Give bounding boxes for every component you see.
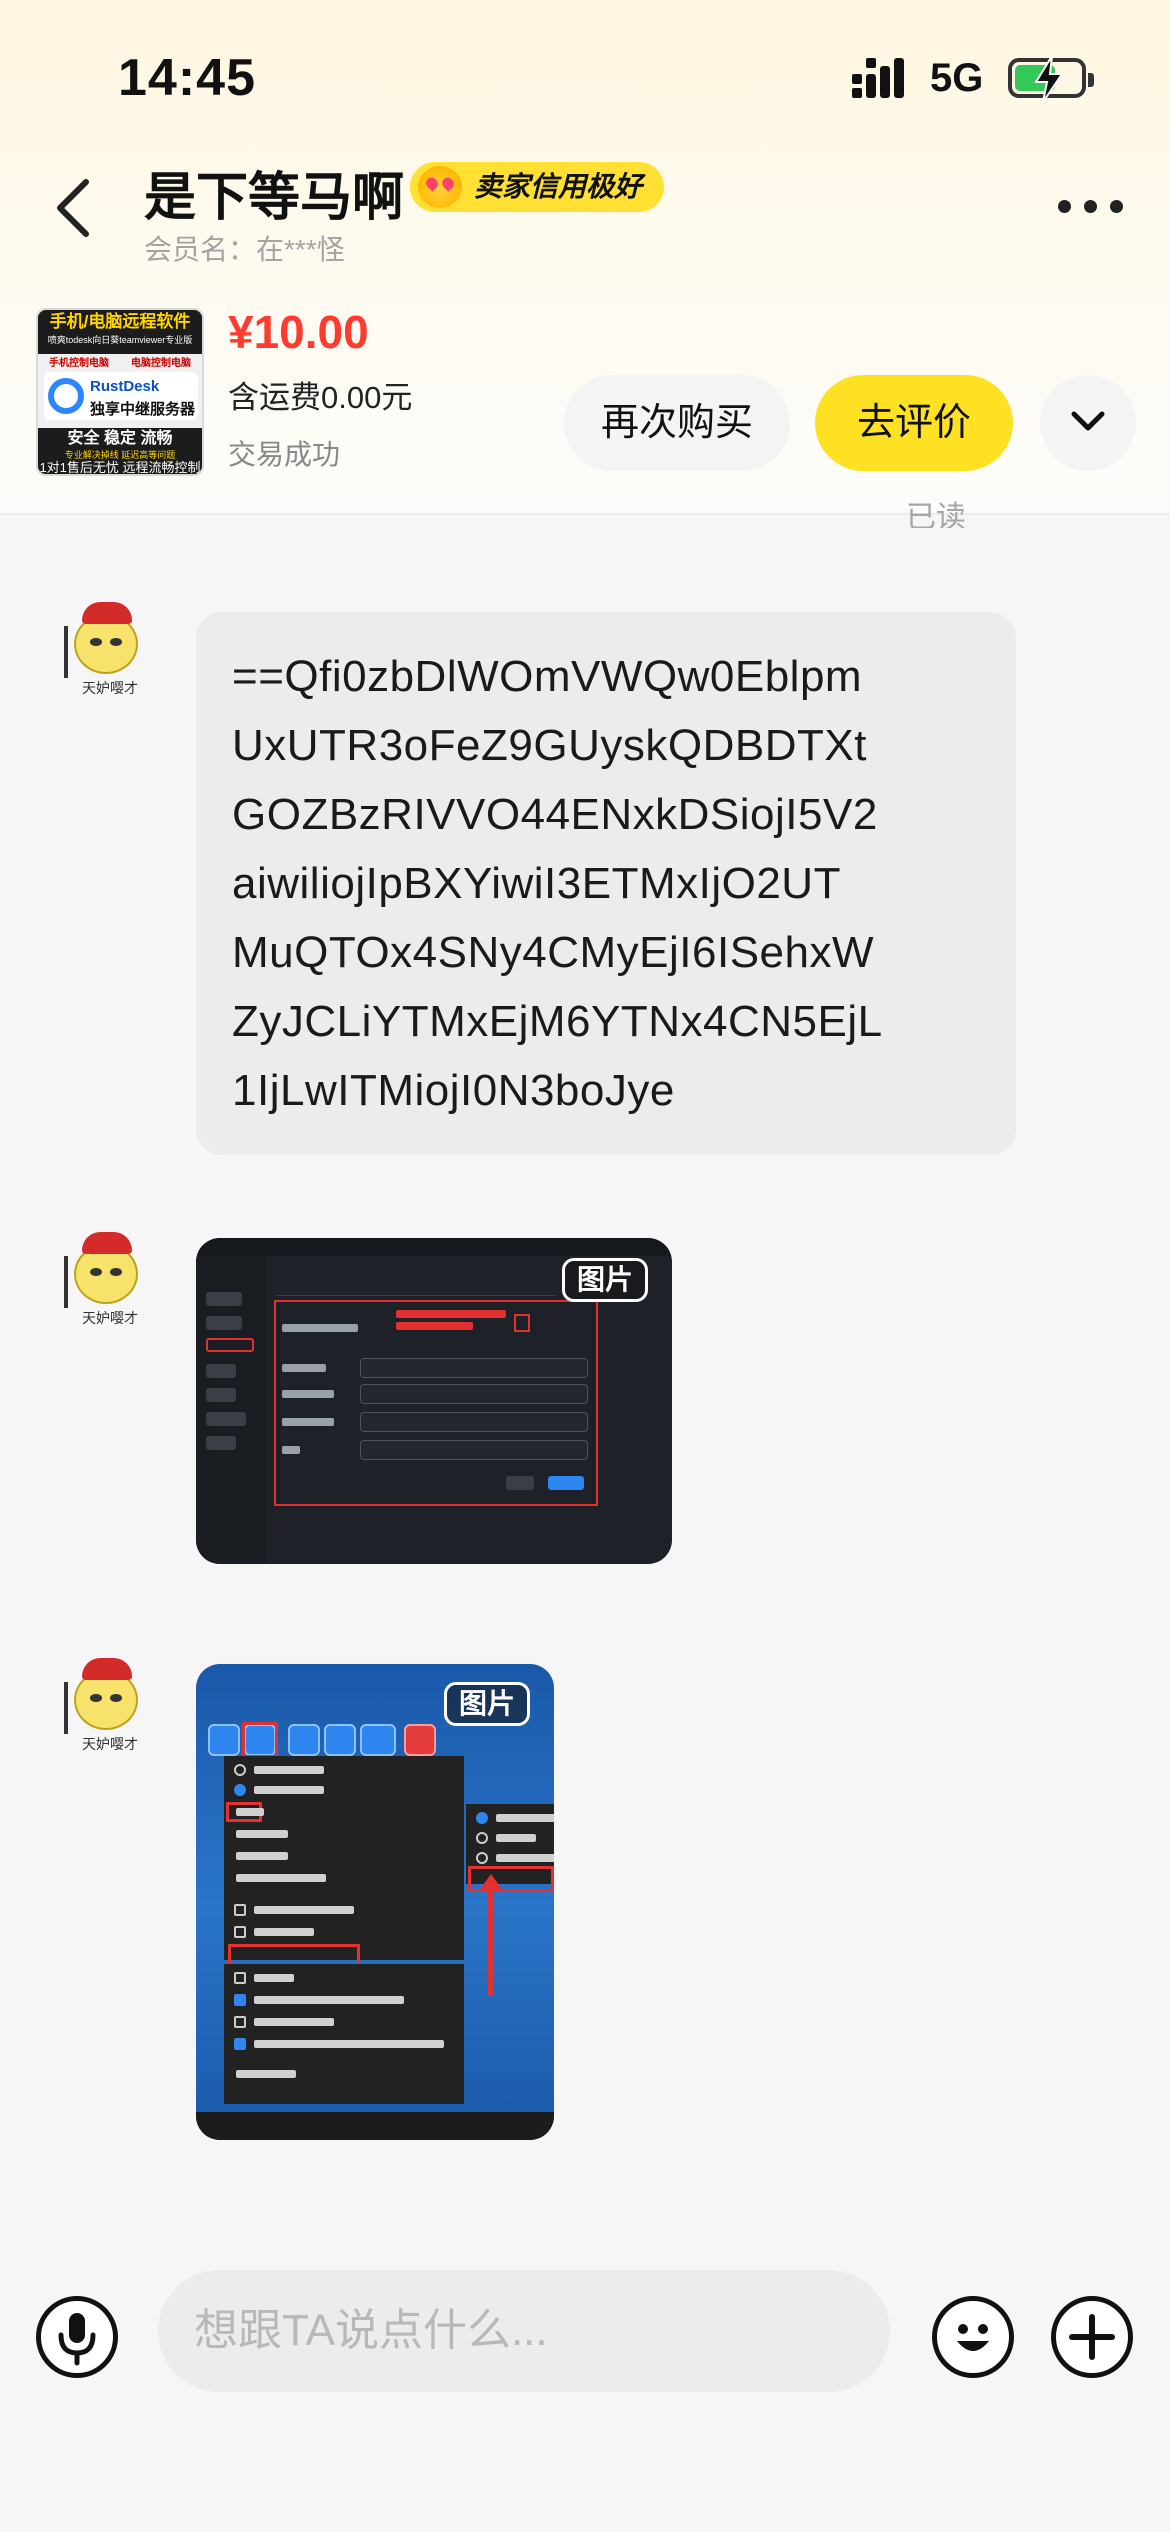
charging-bolt-icon <box>1034 56 1064 102</box>
message-image-settings[interactable]: 图片 <box>196 1238 672 1564</box>
review-button[interactable]: 去评价 <box>815 375 1013 471</box>
expand-button[interactable] <box>1040 375 1136 471</box>
rebuy-button[interactable]: 再次购买 <box>564 375 790 471</box>
member-name: 会员名：在***怪 <box>144 234 345 265</box>
seller-name[interactable]: 是下等马啊 <box>144 155 404 230</box>
thumb-subline: 手机控制电脑 电脑控制电脑 <box>49 358 191 369</box>
shipping-fee: 含运费0.00元 <box>228 380 413 415</box>
chat-input[interactable] <box>158 2270 890 2392</box>
avatar[interactable]: 天妒嘤才 <box>62 1232 154 1334</box>
rustdesk-logo-icon <box>48 378 84 414</box>
credit-badge: 卖家信用极好 <box>410 162 665 212</box>
plus-icon <box>1069 2314 1115 2360</box>
message-image-remote[interactable]: 图片 <box>196 1664 554 2140</box>
message-line: aiwiliojIpBXYiwiI3ETMxIjO2UT <box>232 859 841 908</box>
read-receipt: 已读 <box>906 501 966 528</box>
avatar[interactable]: 天妒嘤才 <box>62 602 154 704</box>
emoji-icon <box>957 2324 989 2351</box>
trade-status: 交易成功 <box>228 439 341 470</box>
plus-button[interactable] <box>1051 2296 1133 2378</box>
thumb-brand: RustDesk 独享中继服务器 <box>44 372 198 420</box>
message-line: GOZBzRIVVO44ENxkDSiojI5V2 <box>232 790 878 839</box>
thumb-footer: 安全 稳定 流畅 专业解决掉线 延迟高等问题 1对1售后无忧 远程流畅控制 <box>38 428 202 474</box>
message-line: 1IjLwITMiojI0N3boJye <box>232 1066 675 1115</box>
message-bubble-text[interactable]: ==Qfi0zbDlWOmVWQw0Eblpm UxUTR3oFeZ9GUysk… <box>196 612 1016 1155</box>
emoji-button[interactable] <box>932 2296 1014 2378</box>
chevron-down-icon <box>1071 411 1105 431</box>
microphone-icon <box>58 2313 96 2366</box>
more-dots-icon[interactable] <box>1058 200 1124 214</box>
status-time: 14:45 <box>118 49 256 107</box>
avatar[interactable]: 天妒嘤才 <box>62 1658 154 1760</box>
image-badge: 图片 <box>562 1258 649 1302</box>
signal-icon <box>852 58 916 98</box>
product-thumbnail[interactable]: 手机/电脑远程软件 喷爽todesk向日葵teamviewer专业版 手机控制电… <box>36 308 204 476</box>
thumb-header: 手机/电脑远程软件 喷爽todesk向日葵teamviewer专业版 <box>38 310 202 354</box>
network-label: 5G <box>930 56 984 100</box>
message-line: ==Qfi0zbDlWOmVWQw0Eblpm <box>232 652 863 701</box>
message-line: UxUTR3oFeZ9GUyskQDBDTXt <box>232 721 867 770</box>
image-badge: 图片 <box>444 1682 531 1726</box>
message-line: ZyJCLiYTMxEjM6YTNx4CN5EjL <box>232 997 883 1046</box>
heart-eyes-emoji-icon <box>418 166 462 208</box>
chevron-left-icon[interactable] <box>52 178 92 238</box>
credit-badge-label: 卖家信用极好 <box>474 171 643 202</box>
microphone-button[interactable] <box>36 2296 118 2378</box>
message-line: MuQTOx4SNy4CMyEjI6ISehxW <box>232 928 875 977</box>
battery-icon <box>1008 56 1094 102</box>
order-price: ¥10.00 <box>228 306 369 358</box>
